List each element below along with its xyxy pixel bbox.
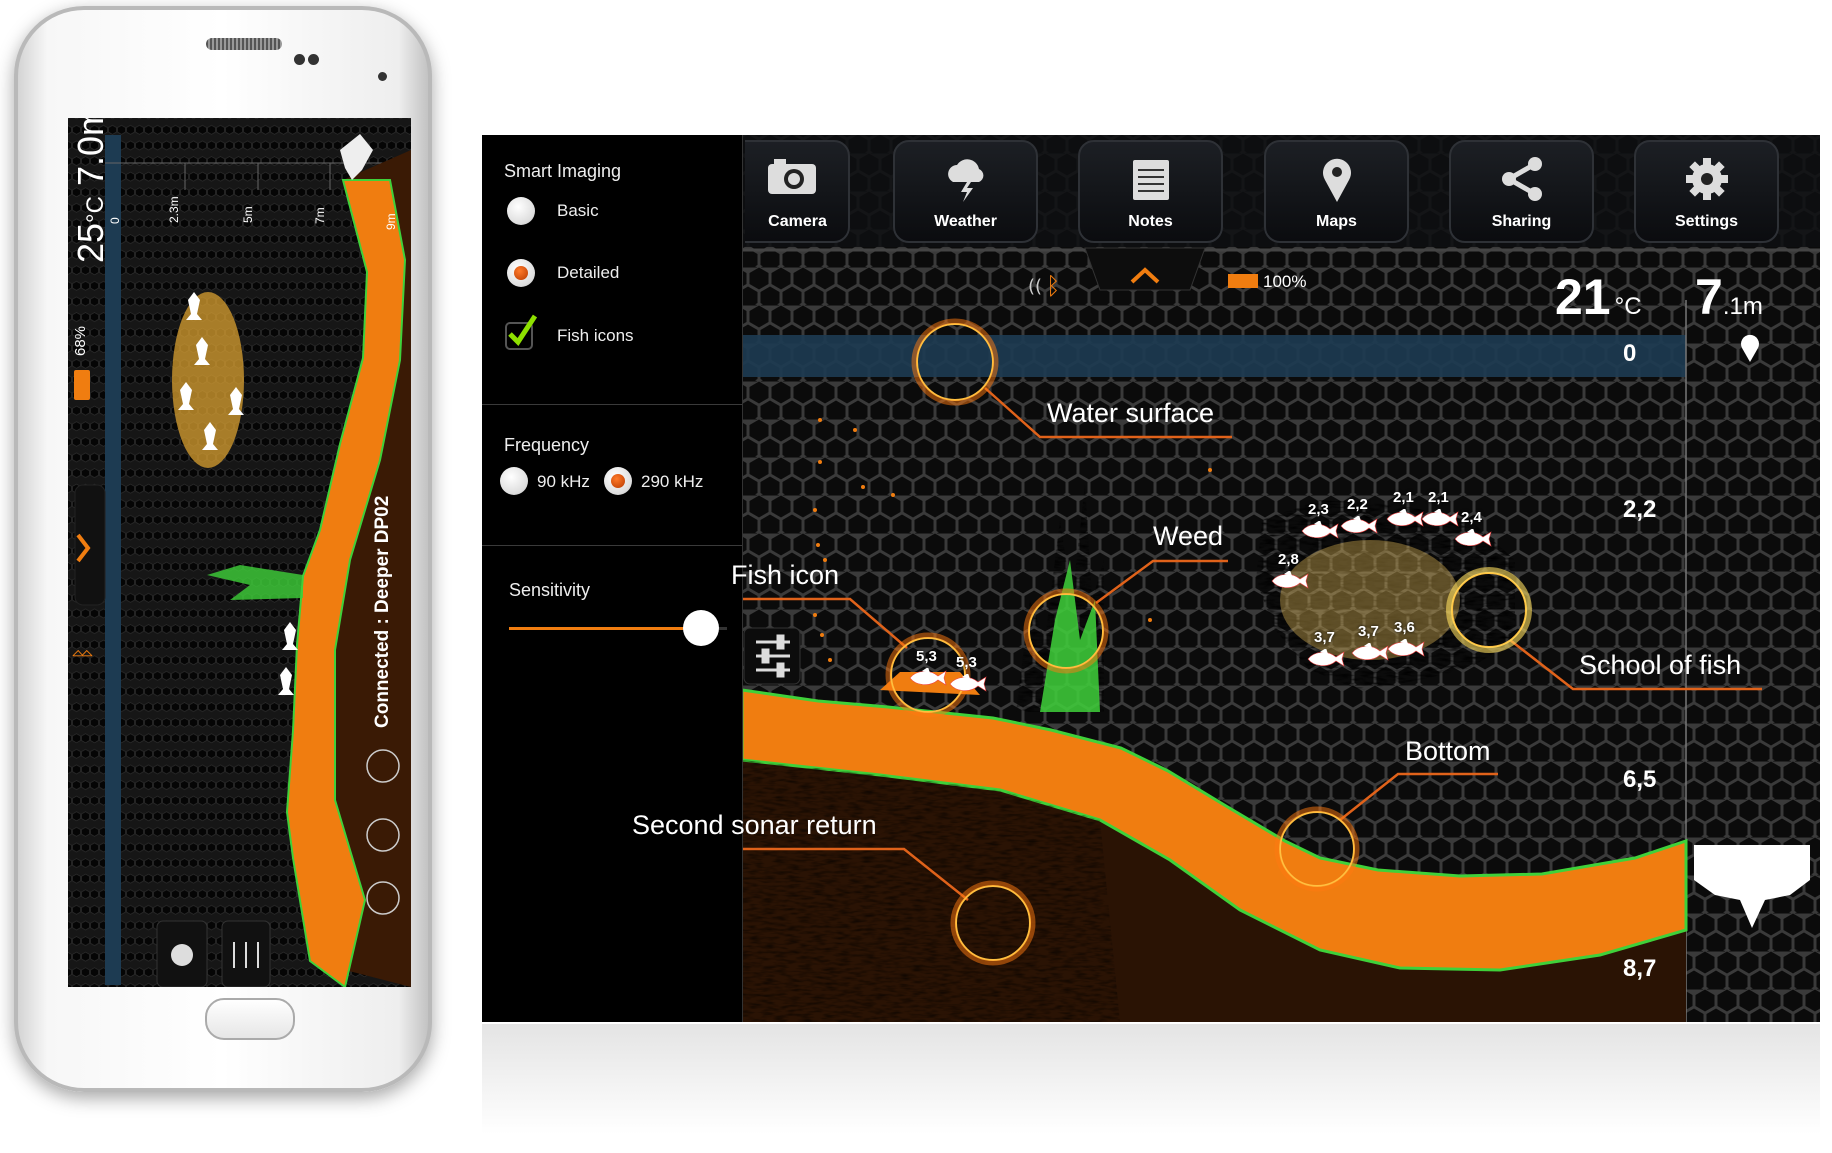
phone-camera xyxy=(378,72,387,81)
toolbar-button-maps[interactable]: Maps xyxy=(1264,140,1409,243)
gear-icon xyxy=(1684,156,1730,207)
toolbar-button-notes[interactable]: Notes xyxy=(1078,140,1223,243)
fish-depth-label: 2,2 xyxy=(1347,496,1368,513)
radio-290khz-label[interactable]: 290 kHz xyxy=(641,472,703,492)
checkmark-icon xyxy=(508,314,538,346)
signal-icon: (( xyxy=(1028,276,1042,297)
phone-view-icon xyxy=(171,944,193,966)
map-pin-icon xyxy=(1320,156,1354,209)
toolbar-button-sharing[interactable]: Sharing xyxy=(1449,140,1594,243)
depth-readout: 7.1m xyxy=(1695,268,1763,326)
toolbar-button-settings[interactable]: Settings xyxy=(1634,140,1779,243)
fish-icons-label[interactable]: Fish icons xyxy=(557,326,634,346)
phone-speaker xyxy=(206,38,282,50)
toolbar-button-label: Settings xyxy=(1674,213,1739,230)
phone-depth-tick: 7m xyxy=(313,207,327,224)
callout-weed: Weed xyxy=(1153,521,1224,551)
radio-basic[interactable] xyxy=(507,197,535,225)
temperature-readout: 21 °C xyxy=(1555,268,1642,326)
water-surface-band xyxy=(742,335,1686,377)
radio-290khz[interactable] xyxy=(604,467,632,495)
fish-depth-label: 2,8 xyxy=(1278,551,1299,568)
battery-icon xyxy=(74,370,90,400)
smart-imaging-title: Smart Imaging xyxy=(504,161,622,181)
radio-basic-label[interactable]: Basic xyxy=(557,201,599,221)
phone-battery: 68% xyxy=(72,325,89,356)
callout-water-surface: Water surface xyxy=(1047,398,1215,428)
toolbar-button-weather[interactable]: Weather xyxy=(893,140,1038,243)
toolbar-button-label: Notes xyxy=(1128,213,1173,230)
sensitivity-slider[interactable] xyxy=(509,610,727,646)
phone-temp-unit: °C xyxy=(82,196,109,223)
phone-sensor xyxy=(294,54,305,65)
callout-second-sonar-return: Second sonar return xyxy=(632,810,877,840)
toolbar-button-label: Weather xyxy=(934,213,997,230)
fish-icons-checkbox[interactable] xyxy=(505,314,538,350)
sensitivity-slider-thumb[interactable] xyxy=(682,610,719,646)
toolbar-button-label: Maps xyxy=(1316,213,1357,230)
fish-depth-label: 3,6 xyxy=(1394,619,1415,636)
sensitivity-slider-fill xyxy=(509,627,701,630)
phone-temperature: 25 xyxy=(70,222,111,263)
phone-connection-status: Connected : Deeper DP02 xyxy=(372,495,393,728)
fish-depth-label: 2,3 xyxy=(1308,501,1329,518)
phone-readout: 25°C 7.0m xyxy=(70,118,112,263)
callout-school-of-fish: School of fish xyxy=(1579,650,1742,680)
radio-90khz[interactable] xyxy=(500,467,528,495)
battery-percent: 100% xyxy=(1263,272,1307,291)
radio-detailed-label[interactable]: Detailed xyxy=(557,263,619,283)
camera-icon xyxy=(766,156,818,201)
phone-depth-tick: 9m xyxy=(384,213,398,230)
radio-90khz-label[interactable]: 90 kHz xyxy=(537,472,590,492)
fish-depth-label: 2,1 xyxy=(1393,489,1414,506)
temperature-value: 21 xyxy=(1555,269,1611,325)
phone-sensor xyxy=(308,54,319,65)
phone-depth-tick: 5m xyxy=(241,206,255,223)
sensitivity-title: Sensitivity xyxy=(509,580,591,600)
fish-depth-label: 3,7 xyxy=(1358,623,1379,640)
radio-detailed[interactable] xyxy=(507,259,535,287)
fish-depth-label: 5,3 xyxy=(916,648,937,665)
weather-icon xyxy=(943,156,989,207)
depth-value: 7 xyxy=(1695,269,1723,325)
depth-scale-label: 8,7 xyxy=(1623,955,1657,982)
fish-depth-label: 2,1 xyxy=(1428,489,1449,506)
toolbar-button-label: Camera xyxy=(768,213,827,230)
depth-scale-label: 6,5 xyxy=(1623,766,1657,793)
divider xyxy=(482,404,742,405)
fish-depth-label: 3,7 xyxy=(1314,629,1335,646)
sliders-icon xyxy=(756,634,790,678)
phone-depth-tick: 0 xyxy=(108,217,122,224)
bluetooth-icon: ᛒ xyxy=(71,647,96,660)
callout-bottom: Bottom xyxy=(1405,736,1491,766)
fish-depth-label: 2,4 xyxy=(1461,509,1482,526)
frequency-title: Frequency xyxy=(504,435,590,455)
phone-screen: ᛒ 25°C 7.0m 68% 0 2.3m 5m 7m 9m Connecte… xyxy=(68,118,411,987)
battery-icon xyxy=(1228,274,1258,288)
depth-unit: .1m xyxy=(1722,293,1763,320)
share-icon xyxy=(1499,156,1545,207)
panel-reflection xyxy=(482,1024,1820,1134)
phone-collapse-tab[interactable] xyxy=(74,484,106,606)
phone-home-button[interactable] xyxy=(205,998,295,1040)
temperature-unit: °C xyxy=(1614,293,1642,320)
bluetooth-icon: ᛒ xyxy=(1046,272,1060,300)
divider xyxy=(482,545,742,546)
toolbar-button-label: Sharing xyxy=(1491,213,1552,230)
fish-depth-label: 5,3 xyxy=(956,654,977,671)
phone-depth: 7.0m xyxy=(70,118,111,186)
depth-scale-label: 0 xyxy=(1623,340,1637,367)
notes-icon xyxy=(1131,156,1171,207)
phone-depth-tick: 2.3m xyxy=(167,196,181,223)
depth-scale-label: 2,2 xyxy=(1623,496,1657,523)
callout-fish-icon: Fish icon xyxy=(731,560,840,590)
